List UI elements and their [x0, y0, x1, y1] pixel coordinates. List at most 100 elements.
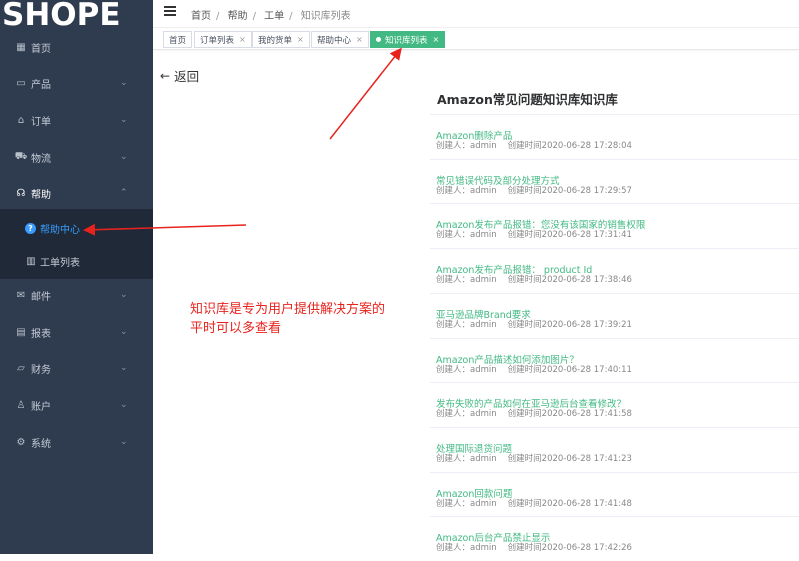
time-value: 2020-06-28 17:29:57 [541, 185, 632, 196]
sidebar-item-orders[interactable]: ⌂ 订单 ⌄ [0, 102, 153, 138]
gear-icon: ⚙ [16, 436, 26, 448]
tab-label: 订单列表 [200, 35, 235, 46]
chevron-up-icon: ⌃ [120, 188, 128, 198]
box-icon: ▭ [16, 77, 26, 89]
arrow-left-icon: ← [160, 68, 171, 83]
article-meta: 创建人：admin 创建时间2020-06-28 17:29:57 [436, 184, 632, 196]
user-icon: ♙ [16, 399, 26, 411]
sidebar-item-logistics[interactable]: ⛟ 物流 ⌄ [0, 139, 153, 175]
chevron-down-icon: ⌄ [120, 363, 128, 373]
sidebar-item-account[interactable]: ♙ 账户 ⌄ [0, 387, 153, 423]
ticket-icon: ▥ [26, 255, 36, 267]
created-time: 创建时间2020-06-28 17:28:04 [508, 141, 632, 151]
time-prefix: 创建时间 [507, 185, 542, 196]
creator-prefix: 创建人： [436, 498, 471, 509]
close-icon[interactable]: × [356, 35, 363, 44]
chevron-down-icon: ⌄ [120, 400, 128, 410]
creator-prefix: 创建人： [436, 543, 471, 554]
list-item[interactable]: 常见错误代码及部分处理方式 创建人：admin 创建时间2020-06-28 17:… [430, 158, 799, 204]
mail-icon: ✉ [16, 289, 26, 301]
list-item[interactable]: Amazon产品描述如何添加图片？ 创建人：admin 创建时间2020-06-28… [430, 337, 799, 383]
article-meta: 创建人：admin 创建时间2020-06-28 17:39:21 [436, 318, 632, 330]
created-time: 创建时间2020-06-28 17:38:46 [508, 275, 632, 285]
breadcrumb-current: 知识库列表 [300, 11, 351, 22]
sidebar-item-label: 首页 [31, 43, 51, 55]
created-time: 创建时间2020-06-28 17:41:48 [508, 499, 632, 509]
breadcrumb-home[interactable]: 首页 [191, 11, 211, 22]
creator-value: admin [470, 185, 497, 196]
question-icon: ? [25, 222, 36, 234]
time-value: 2020-06-28 17:41:23 [541, 453, 632, 464]
sidebar-item-label: 工单列表 [40, 257, 80, 269]
creator-value: admin [470, 498, 497, 509]
list-item[interactable]: 亚马逊品牌Brand要求 创建人：admin 创建时间2020-06-28 17:3… [430, 292, 799, 338]
time-value: 2020-06-28 17:41:48 [541, 498, 632, 509]
tags-view: 首页 订单列表 × 我的货单 × 帮助中心 × 知识库列表 × [153, 28, 799, 50]
time-prefix: 创建时间 [507, 409, 542, 420]
creator-prefix: 创建人： [436, 141, 471, 151]
back-button[interactable]: ← 返回 [160, 66, 199, 85]
created-time: 创建时间2020-06-28 17:29:57 [508, 186, 632, 196]
article-meta: 创建人：admin 创建时间2020-06-28 17:42:26 [436, 541, 632, 553]
sidebar-item-mail[interactable]: ✉ 邮件 ⌄ [0, 277, 153, 313]
list-item[interactable]: 处理国际退货问题 创建人：admin 创建时间2020-06-28 17:41:23 [430, 426, 799, 472]
time-value: 2020-06-28 17:31:41 [541, 230, 632, 241]
tab-order-list[interactable]: 订单列表 × [194, 31, 252, 48]
close-icon[interactable]: × [297, 35, 304, 44]
sidebar-item-products[interactable]: ▭ 产品 ⌄ [0, 65, 153, 101]
annotation-text: 知识库是专为用户提供解决方案的 平时可以多查看 [190, 300, 385, 338]
time-prefix: 创建时间 [507, 319, 542, 330]
tab-help-center[interactable]: 帮助中心 × [311, 31, 369, 48]
sidebar-item-help-center[interactable]: ? 帮助中心 [0, 211, 153, 245]
close-icon[interactable]: × [433, 35, 440, 44]
help-submenu: ? 帮助中心 ▥ 工单列表 [0, 209, 153, 279]
list-item[interactable]: Amazon后台产品禁止显示 创建人：admin 创建时间2020-06-28 17… [430, 516, 799, 561]
article-meta: 创建人：admin 创建时间2020-06-28 17:28:04 [436, 139, 632, 151]
article-meta: 创建人：admin 创建时间2020-06-28 17:40:11 [436, 363, 632, 375]
time-value: 2020-06-28 17:40:11 [541, 364, 632, 375]
close-icon[interactable]: × [239, 35, 246, 44]
topbar: 首页 / 帮助 / 工单 / 知识库列表 [153, 0, 799, 28]
sidebar-item-label: 帮助 [31, 189, 51, 201]
time-prefix: 创建时间 [507, 453, 542, 464]
creator-prefix: 创建人： [436, 185, 471, 196]
time-value: 2020-06-28 17:28:04 [541, 141, 632, 151]
created-time: 创建时间2020-06-28 17:41:58 [508, 409, 632, 419]
creator-prefix: 创建人： [436, 275, 471, 286]
sidebar-item-system[interactable]: ⚙ 系统 ⌄ [0, 424, 153, 460]
list-item[interactable]: Amazon发布产品报错：您没有该国家的销售权限 创建人：admin 创建时间202… [430, 203, 799, 248]
created-time: 创建时间2020-06-28 17:41:23 [508, 454, 632, 464]
menu-toggle-icon[interactable] [164, 6, 176, 16]
list-item[interactable]: Amazon删除产品 创建人：admin 创建时间2020-06-28 17:28:… [430, 114, 799, 159]
sidebar-item-label: 物流 [31, 153, 51, 165]
chevron-down-icon: ⌄ [120, 290, 128, 300]
sidebar-item-finance[interactable]: ▱ 财务 ⌄ [0, 350, 153, 386]
chevron-down-icon: ⌄ [120, 115, 128, 125]
tab-knowledge-list[interactable]: 知识库列表 × [370, 31, 446, 48]
breadcrumb-ticket[interactable]: 工单 [264, 11, 284, 22]
tab-label: 帮助中心 [317, 35, 352, 46]
list-item[interactable]: Amazon发布产品报错： product Id 创建人：admin 创建时间202… [430, 248, 799, 293]
list-item[interactable]: 发布失败的产品如何在亚马逊后台查看修改？ 创建人：admin 创建时间2020-06… [430, 382, 799, 427]
sidebar-item-ticket-list[interactable]: ▥ 工单列表 [0, 244, 153, 278]
annotation-line-1: 知识库是专为用户提供解决方案的 [190, 302, 386, 317]
time-prefix: 创建时间 [507, 364, 542, 375]
tab-my-waybill[interactable]: 我的货单 × [252, 31, 310, 48]
article-meta: 创建人：admin 创建时间2020-06-28 17:41:58 [436, 407, 632, 419]
sidebar: SHOPE ▦ 首页 ▭ 产品 ⌄ ⌂ 订单 ⌄ ⛟ 物流 ⌄ ☊ 帮助 ⌃ ?… [0, 0, 153, 554]
sidebar-item-home[interactable]: ▦ 首页 [0, 29, 153, 65]
time-value: 2020-06-28 17:38:46 [541, 275, 632, 286]
creator-prefix: 创建人： [436, 319, 471, 330]
annotation-line-2: 平时可以多查看 [190, 321, 282, 336]
tab-label: 首页 [169, 35, 187, 46]
sidebar-item-reports[interactable]: ▤ 报表 ⌄ [0, 314, 153, 350]
list-item[interactable]: Amazon回款问题 创建人：admin 创建时间2020-06-28 17:41:… [430, 471, 799, 517]
sidebar-item-help[interactable]: ☊ 帮助 ⌃ [0, 175, 153, 211]
created-time: 创建时间2020-06-28 17:39:21 [508, 320, 632, 330]
headset-icon: ☊ [16, 187, 26, 199]
page-title: Amazon常见问题知识库知识库 [437, 92, 618, 107]
breadcrumb-help[interactable]: 帮助 [228, 11, 248, 22]
creator-value: admin [470, 364, 497, 375]
dashboard-icon: ▦ [16, 41, 26, 53]
tab-home[interactable]: 首页 [163, 31, 193, 48]
